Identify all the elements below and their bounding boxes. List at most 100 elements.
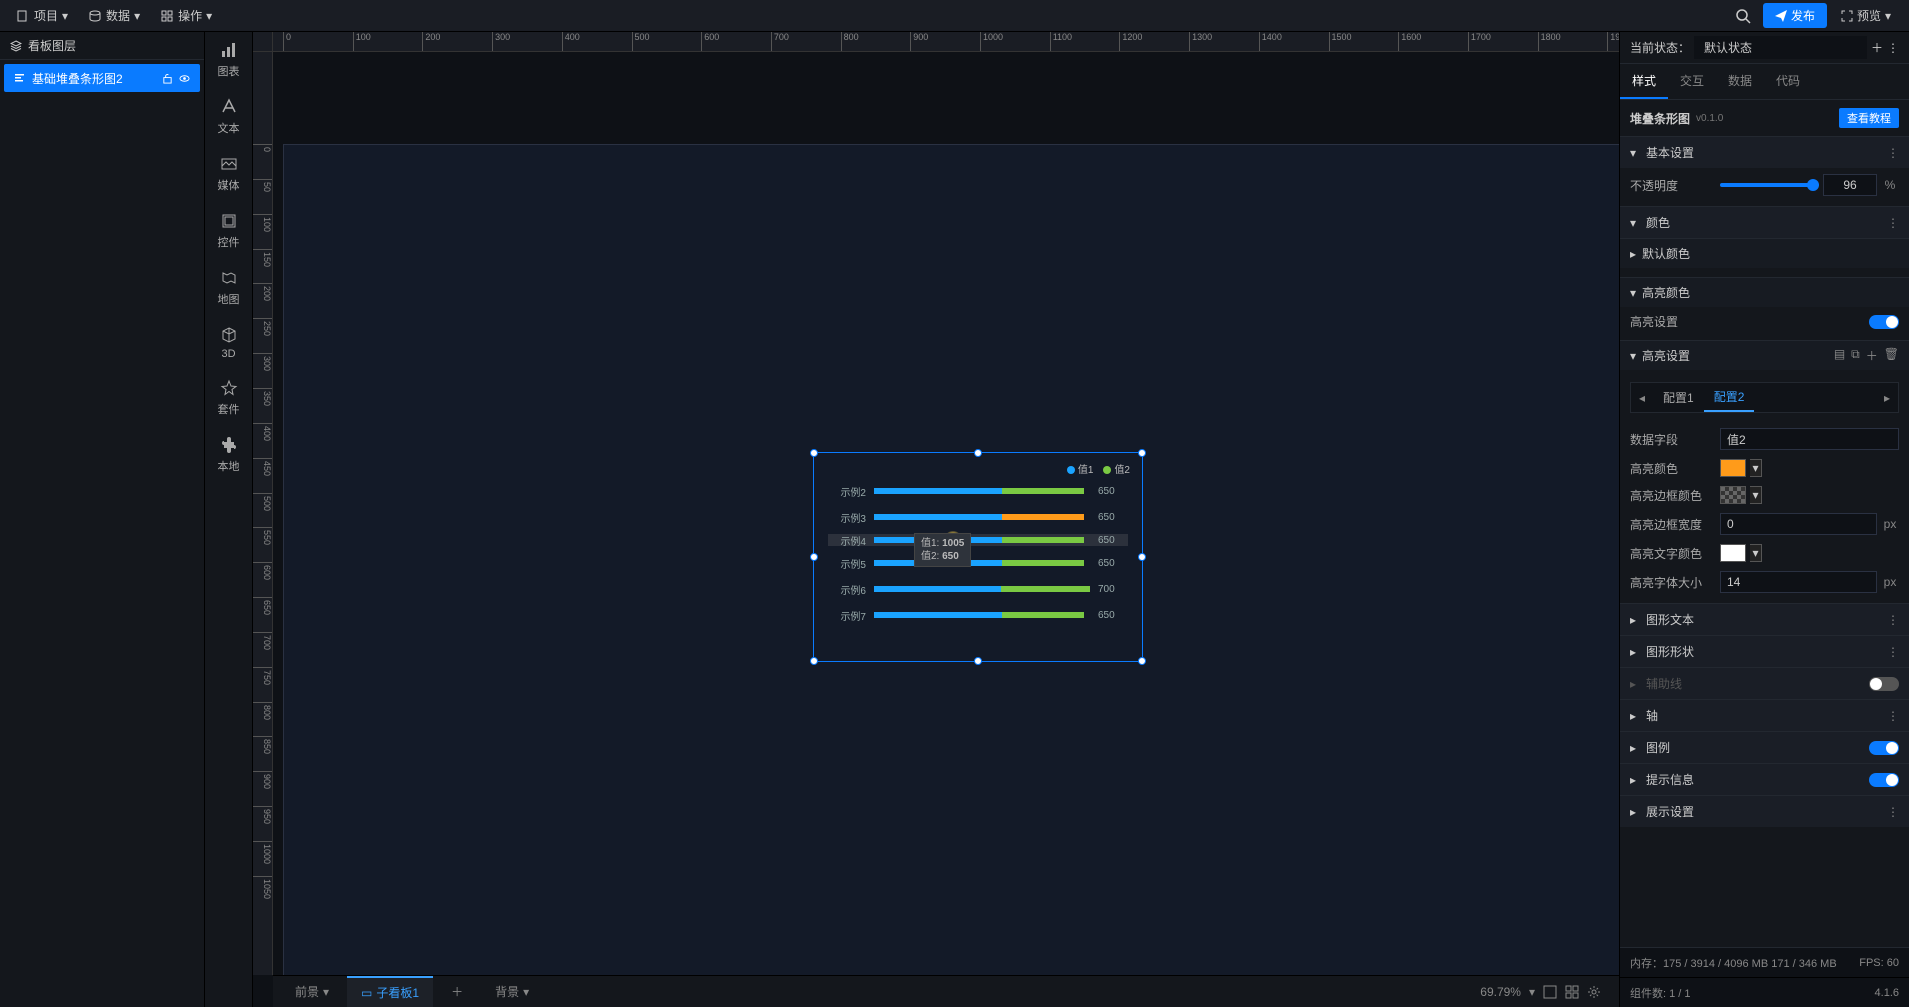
resize-handle-s[interactable] xyxy=(974,657,982,665)
chevron-right-icon: ▸ xyxy=(1630,247,1636,261)
resize-handle-e[interactable] xyxy=(1138,553,1146,561)
ruler-vertical: 0501001502002503003504004505005506006507… xyxy=(253,52,273,975)
widget-control[interactable]: 控件 xyxy=(218,211,240,250)
selected-component[interactable]: 值1 值2 示例2650示例3650示例4650示例5650示例6700示例76… xyxy=(813,452,1143,662)
borderw-label: 高亮边框宽度 xyxy=(1630,516,1712,533)
copy-icon[interactable]: ⧉ xyxy=(1851,347,1860,364)
tooltip-toggle[interactable] xyxy=(1869,773,1899,787)
layer-item[interactable]: 基础堆叠条形图2 xyxy=(4,64,200,92)
section-legend[interactable]: ▸图例 xyxy=(1620,732,1909,763)
tab-style[interactable]: 样式 xyxy=(1620,64,1668,99)
section-basic-head[interactable]: ▾基本设置⋮ xyxy=(1620,137,1909,168)
widget-text-label: 文本 xyxy=(218,120,240,136)
fontsize-input[interactable]: 14 xyxy=(1720,571,1877,593)
menu-data[interactable]: 数据 ▾ xyxy=(80,3,148,28)
section-guides[interactable]: ▸辅助线 xyxy=(1620,668,1909,699)
eye-icon[interactable] xyxy=(179,73,190,84)
widget-control-label: 控件 xyxy=(218,234,240,250)
settings-icon[interactable] xyxy=(1587,985,1601,999)
widget-local[interactable]: 本地 xyxy=(218,435,240,474)
hlcolor-swatch[interactable] xyxy=(1720,459,1746,477)
widget-map[interactable]: 地图 xyxy=(218,268,240,307)
bordercolor-dd[interactable]: ▾ xyxy=(1750,486,1762,504)
sub-highlight-settings[interactable]: ▾ 高亮设置 ▤ ⧉ ＋ 🗑 xyxy=(1620,341,1909,370)
publish-button[interactable]: 发布 xyxy=(1763,3,1827,28)
widget-3d[interactable]: 3D xyxy=(219,325,239,360)
cfg-prev[interactable]: ◂ xyxy=(1631,387,1653,409)
canvas[interactable]: 0100200300400500600700800900100011001200… xyxy=(253,32,1619,1007)
grid-icon xyxy=(160,9,174,23)
search-button[interactable] xyxy=(1727,4,1759,28)
tab-subboard[interactable]: ▭子看板1 xyxy=(347,976,433,1007)
section-tooltip[interactable]: ▸提示信息 xyxy=(1620,764,1909,795)
field-input[interactable]: 值2 xyxy=(1720,428,1899,450)
tab-add[interactable]: ＋ xyxy=(437,977,477,1006)
preview-button[interactable]: 预览 ▾ xyxy=(1831,3,1901,28)
widget-text[interactable]: 文本 xyxy=(218,97,240,136)
tab-background[interactable]: 背景▾ xyxy=(481,977,543,1006)
widget-suite[interactable]: 套件 xyxy=(218,378,240,417)
section-graphshape[interactable]: ▸图形形状⋮ xyxy=(1620,636,1909,667)
trash-icon[interactable]: 🗑 xyxy=(1884,347,1899,364)
list-icon[interactable]: ▤ xyxy=(1834,347,1845,364)
tutorial-button[interactable]: 查看教程 xyxy=(1839,108,1899,128)
prop-highlight-switch: 高亮设置 xyxy=(1630,313,1899,330)
grid-toggle-icon[interactable] xyxy=(1565,985,1579,999)
sub-highlight-color[interactable]: ▾高亮颜色 xyxy=(1620,278,1909,307)
chevron-down-icon[interactable]: ▾ xyxy=(1529,985,1535,999)
borderw-input[interactable]: 0 xyxy=(1720,513,1877,535)
guides-label: 辅助线 xyxy=(1646,675,1863,692)
add-state-button[interactable]: ＋ xyxy=(1871,39,1883,56)
section-axis[interactable]: ▸轴⋮ xyxy=(1620,700,1909,731)
more-icon[interactable]: ⋮ xyxy=(1887,41,1899,55)
textcolor-swatch[interactable] xyxy=(1720,544,1746,562)
resize-handle-sw[interactable] xyxy=(810,657,818,665)
legend-toggle[interactable] xyxy=(1869,741,1899,755)
guides-toggle[interactable] xyxy=(1869,677,1899,691)
more-icon[interactable]: ⋮ xyxy=(1887,645,1899,659)
cfg-tab-1[interactable]: 配置1 xyxy=(1653,384,1704,411)
plus-icon[interactable]: ＋ xyxy=(1866,347,1878,364)
hl-switch-toggle[interactable] xyxy=(1869,315,1899,329)
state-name[interactable]: 默认状态 xyxy=(1694,36,1867,59)
resize-handle-n[interactable] xyxy=(974,449,982,457)
publish-label: 发布 xyxy=(1791,7,1815,24)
widget-chart[interactable]: 图表 xyxy=(218,40,240,79)
fit-icon[interactable] xyxy=(1543,985,1557,999)
unlock-icon[interactable] xyxy=(162,73,173,84)
tab-interact[interactable]: 交互 xyxy=(1668,64,1716,99)
resize-handle-w[interactable] xyxy=(810,553,818,561)
tab-data[interactable]: 数据 xyxy=(1716,64,1764,99)
bordercolor-swatch[interactable] xyxy=(1720,486,1746,504)
cfg-tab-2[interactable]: 配置2 xyxy=(1704,383,1755,412)
more-icon[interactable]: ⋮ xyxy=(1887,613,1899,627)
opacity-value[interactable]: 96 xyxy=(1823,174,1877,196)
sub-default-color[interactable]: ▸默认颜色 xyxy=(1620,239,1909,268)
menu-ops[interactable]: 操作 ▾ xyxy=(152,3,220,28)
stage[interactable]: 值1 值2 示例2650示例3650示例4650示例5650示例6700示例76… xyxy=(273,52,1619,975)
section-graphtext[interactable]: ▸图形文本⋮ xyxy=(1620,604,1909,635)
menubar: 项目 ▾ 数据 ▾ 操作 ▾ 发布 预览 ▾ xyxy=(0,0,1909,32)
resize-handle-se[interactable] xyxy=(1138,657,1146,665)
section-display[interactable]: ▸展示设置⋮ xyxy=(1620,796,1909,827)
textcolor-dd[interactable]: ▾ xyxy=(1750,544,1762,562)
status-mem: 内存：175 / 3914 / 4096 MB 171 / 346 MB xyxy=(1630,955,1837,971)
more-icon[interactable]: ⋮ xyxy=(1887,146,1899,160)
ruler-corner xyxy=(253,32,273,52)
chevron-right-icon: ▸ xyxy=(1630,645,1640,659)
tab-code[interactable]: 代码 xyxy=(1764,64,1812,99)
more-icon[interactable]: ⋮ xyxy=(1887,709,1899,723)
more-icon[interactable]: ⋮ xyxy=(1887,216,1899,230)
chevron-down-icon: ▾ xyxy=(134,9,140,23)
widget-media[interactable]: 媒体 xyxy=(218,154,240,193)
more-icon[interactable]: ⋮ xyxy=(1887,805,1899,819)
bars-icon xyxy=(14,72,26,84)
section-color-head[interactable]: ▾颜色⋮ xyxy=(1620,207,1909,238)
resize-handle-ne[interactable] xyxy=(1138,449,1146,457)
menu-project[interactable]: 项目 ▾ xyxy=(8,3,76,28)
cfg-next[interactable]: ▸ xyxy=(1876,387,1898,409)
hlcolor-dd[interactable]: ▾ xyxy=(1750,459,1762,477)
opacity-slider[interactable] xyxy=(1720,183,1819,187)
tab-foreground[interactable]: 前景▾ xyxy=(281,977,343,1006)
resize-handle-nw[interactable] xyxy=(810,449,818,457)
